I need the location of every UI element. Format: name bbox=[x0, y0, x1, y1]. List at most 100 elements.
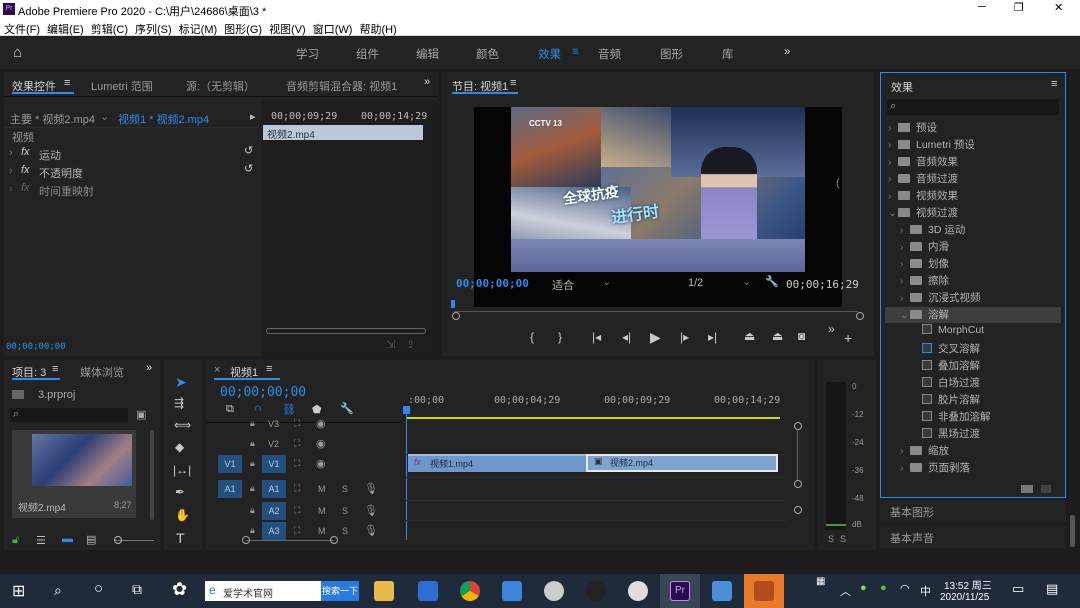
expand-chevron-icon[interactable]: › bbox=[9, 165, 13, 177]
voiceover-mic-icon[interactable]: 🎙︎ bbox=[364, 482, 378, 495]
effect-row-time-remap[interactable]: 时间重映射 bbox=[39, 183, 94, 199]
source-a1-button[interactable]: A1 bbox=[218, 480, 242, 498]
expand-chevron-icon[interactable]: › bbox=[9, 147, 13, 159]
premiere-taskbar-icon[interactable]: Pr bbox=[670, 581, 690, 601]
clip-video1[interactable]: fx 视频1.mp4 bbox=[408, 454, 586, 472]
tab-source[interactable]: 源:（无剪辑） bbox=[186, 78, 255, 94]
app-folder-icon[interactable] bbox=[712, 581, 732, 601]
track-a2-target[interactable]: A2 bbox=[262, 502, 286, 520]
workspace-learn[interactable]: 学习 bbox=[296, 46, 319, 62]
master-clip-label[interactable]: 主要 * 视频2.mp4 bbox=[10, 111, 95, 127]
home-icon[interactable]: ⌂ bbox=[13, 44, 22, 61]
resolution-chevron-icon[interactable]: ⌄ bbox=[742, 275, 751, 288]
wifi-icon[interactable]: ◠ bbox=[900, 582, 910, 595]
fit-chevron-icon[interactable]: ⌄ bbox=[602, 275, 611, 288]
timeline-vscroll[interactable] bbox=[797, 430, 798, 480]
sync-lock-icon[interactable]: ⛶ bbox=[294, 458, 300, 469]
workspace-assembly[interactable]: 组件 bbox=[356, 46, 379, 62]
resolution-dropdown[interactable]: 1/2 bbox=[688, 277, 703, 289]
store-icon[interactable] bbox=[418, 581, 438, 601]
solo-button[interactable]: S bbox=[342, 526, 348, 536]
mail-icon[interactable] bbox=[502, 581, 522, 601]
clip-video2[interactable]: ▣ 视频2.mp4 bbox=[586, 454, 778, 472]
expand-chevron-icon[interactable]: › bbox=[900, 445, 910, 457]
menu-item-5[interactable]: 图形(G) bbox=[224, 24, 262, 36]
expand-chevron-icon[interactable]: › bbox=[888, 156, 898, 168]
expand-chevron-icon[interactable]: › bbox=[900, 275, 910, 287]
effects-tree-item[interactable]: › 页面剥落 bbox=[900, 460, 970, 475]
lock-icon[interactable]: 🔒︎ bbox=[250, 525, 255, 536]
pen-tool-icon[interactable]: ✒ bbox=[175, 485, 185, 499]
freeform-view-icon[interactable]: ▤ bbox=[86, 533, 96, 546]
effects-tree-item[interactable]: MorphCut bbox=[912, 324, 984, 336]
lock-icon[interactable]: 🔒︎ bbox=[250, 418, 255, 429]
find-icon[interactable]: ▣ bbox=[136, 408, 146, 421]
play-icon[interactable]: ▶ bbox=[650, 329, 661, 346]
effects-tree-item[interactable]: › 划像 bbox=[900, 256, 949, 271]
extract-icon[interactable]: ⏏ bbox=[772, 329, 783, 343]
close-sequence-icon[interactable]: × bbox=[214, 364, 220, 376]
taskbar-search-box[interactable]: e 爱学术官网 bbox=[205, 581, 321, 601]
notification-icon[interactable]: ▭ bbox=[1012, 581, 1024, 597]
tab-lumetri-scopes[interactable]: Lumetri 范围 bbox=[91, 78, 153, 94]
source-v1-button[interactable]: V1 bbox=[218, 455, 242, 473]
mute-button[interactable]: M bbox=[318, 506, 326, 516]
step-forward-icon[interactable]: |▸ bbox=[680, 330, 689, 344]
workspace-audio[interactable]: 音频 bbox=[598, 46, 621, 62]
video-frame[interactable]: CCTV 13 全球抗疫 进行时 bbox=[511, 107, 805, 272]
export-frame-icon[interactable]: ◙ bbox=[798, 329, 805, 343]
effects-tree-item[interactable]: 胶片溶解 bbox=[912, 392, 980, 407]
effects-tree-item[interactable]: ⌄ 溶解 bbox=[900, 307, 949, 322]
file-explorer-icon[interactable] bbox=[374, 581, 394, 601]
timeline-hscroll[interactable] bbox=[246, 540, 334, 541]
playhead-marker[interactable] bbox=[451, 300, 455, 308]
step-back-icon[interactable]: ◂| bbox=[622, 330, 631, 344]
expand-chevron-icon[interactable]: › bbox=[900, 241, 910, 253]
tab-menu-icon[interactable]: ≡ bbox=[64, 77, 70, 89]
effects-menu-icon[interactable]: ≡ bbox=[1051, 78, 1057, 90]
tray-app-icon[interactable]: ● bbox=[860, 582, 867, 594]
expand-chevron-icon[interactable]: › bbox=[900, 292, 910, 304]
wrench-icon[interactable]: 🔧 bbox=[765, 275, 779, 288]
go-to-in-icon[interactable]: |◂ bbox=[592, 330, 601, 344]
slip-tool-icon[interactable]: |↔| bbox=[173, 463, 191, 477]
list-view-icon[interactable]: ☰ bbox=[36, 534, 46, 547]
qq-icon[interactable] bbox=[586, 581, 606, 601]
workspace-libraries[interactable]: 库 bbox=[722, 46, 734, 62]
solo-button[interactable]: S bbox=[342, 506, 348, 516]
tab-audio-clip-mixer[interactable]: 音频剪辑混合器: 视频1 bbox=[286, 78, 397, 94]
mark-in-icon[interactable]: { bbox=[530, 330, 534, 344]
type-tool-icon[interactable]: T bbox=[176, 530, 185, 546]
close-icon[interactable]: ✕ bbox=[1054, 1, 1063, 14]
effects-tree-item[interactable]: › 音频效果 bbox=[888, 154, 958, 169]
task-view-icon[interactable]: ⧉ bbox=[132, 581, 142, 598]
browser-icon[interactable] bbox=[628, 581, 648, 601]
razor-tool-icon[interactable]: ◆ bbox=[175, 440, 184, 454]
menu-item-1[interactable]: 编辑(E) bbox=[47, 24, 84, 36]
expand-chevron-icon[interactable]: › bbox=[888, 190, 898, 202]
effects-tree-item[interactable]: › 视频效果 bbox=[888, 188, 958, 203]
ripple-icon[interactable]: ⇪ bbox=[406, 338, 415, 351]
sync-lock-icon[interactable]: ⛶ bbox=[294, 438, 300, 449]
maximize-icon[interactable]: ❐ bbox=[1014, 1, 1024, 14]
media-app-icon[interactable] bbox=[754, 581, 774, 601]
ec-scrollbar[interactable] bbox=[266, 328, 426, 334]
export-frame-icon[interactable]: ⇲ bbox=[386, 338, 395, 351]
palette-icon[interactable] bbox=[544, 581, 564, 601]
fan-app-icon[interactable]: ✿ bbox=[172, 579, 187, 600]
solo-button[interactable]: S bbox=[342, 484, 348, 494]
basic-graphics-tab[interactable]: 基本图形 bbox=[890, 504, 934, 520]
hand-tool-icon[interactable]: ✋ bbox=[175, 508, 190, 522]
tab-media-browser[interactable]: 媒体浏览 bbox=[80, 364, 124, 380]
workspace-editing[interactable]: 编辑 bbox=[416, 46, 439, 62]
basic-sound-tab[interactable]: 基本声音 bbox=[890, 530, 934, 546]
windows-start-icon[interactable]: ⊞ bbox=[12, 581, 25, 601]
minimize-icon[interactable]: ─ bbox=[978, 1, 986, 13]
timeline-timecode[interactable]: 00;00;00;00 bbox=[220, 385, 306, 400]
workspace-color[interactable]: 颜色 bbox=[476, 46, 499, 62]
effects-tree-item[interactable]: › Lumetri 预设 bbox=[888, 137, 975, 152]
eye-icon[interactable]: ◉ bbox=[316, 457, 326, 470]
sync-lock-icon[interactable]: ⛶ bbox=[294, 505, 300, 516]
menu-item-4[interactable]: 标记(M) bbox=[179, 24, 218, 36]
workspace-graphics[interactable]: 图形 bbox=[660, 46, 683, 62]
